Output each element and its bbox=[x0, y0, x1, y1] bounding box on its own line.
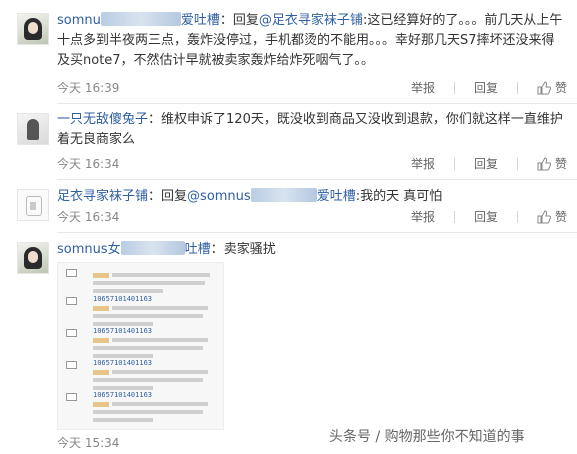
commenter-name[interactable]: somnus女 吐槽 bbox=[57, 241, 211, 257]
comment-text: 足衣寻家袜子铺：回复@somnus 爱吐槽:我的天 真可怕 bbox=[57, 188, 443, 204]
user-avatar[interactable] bbox=[17, 113, 49, 145]
like-button[interactable]: 赞 bbox=[537, 155, 567, 172]
like-button[interactable]: 赞 bbox=[537, 79, 567, 96]
comment-time: 今天 16:34 bbox=[57, 210, 120, 224]
sms-message: 10657101401163 bbox=[66, 295, 216, 327]
reply-target-link[interactable]: @somnus 爱吐槽 bbox=[187, 188, 356, 204]
like-label: 赞 bbox=[554, 210, 567, 224]
reply-target-link[interactable]: @足衣寻家袜子铺 bbox=[259, 13, 363, 28]
envelope-icon bbox=[66, 361, 77, 369]
envelope-icon bbox=[66, 269, 77, 277]
comment-text: 一只无敌傻兔子：维权申诉了120天，既没收到商品又没收到退款，你们就这样一直维护… bbox=[57, 112, 563, 147]
comment-divider bbox=[57, 232, 577, 233]
sms-sender-number: 10657101401163 bbox=[93, 327, 153, 335]
report-button[interactable]: 举报 bbox=[411, 79, 435, 96]
user-avatar[interactable] bbox=[17, 13, 49, 45]
envelope-icon bbox=[66, 329, 77, 337]
comment-time: 今天 16:34 bbox=[57, 157, 120, 171]
action-divider bbox=[453, 81, 455, 94]
commenter-name[interactable]: 一只无敌傻兔子 bbox=[57, 112, 148, 127]
commenter-name[interactable]: somnu 爱吐槽 bbox=[57, 12, 220, 28]
comment-meta: 今天 16:39 举报 回复 赞 bbox=[57, 79, 577, 97]
action-divider bbox=[516, 81, 518, 94]
report-button[interactable]: 举报 bbox=[411, 155, 435, 172]
sms-sender-number: 10657101401163 bbox=[93, 391, 153, 399]
comment-time: 今天 16:39 bbox=[57, 81, 120, 95]
thumbs-up-icon bbox=[537, 80, 551, 94]
redacted-block bbox=[250, 188, 317, 202]
sms-sender-number: 10657101401163 bbox=[93, 295, 153, 303]
user-avatar[interactable] bbox=[17, 242, 49, 274]
comment-text: somnus女 吐槽：卖家骚扰 bbox=[57, 241, 276, 257]
sms-sender-number: 10657101401163 bbox=[93, 359, 153, 367]
thumbs-up-icon bbox=[537, 209, 551, 223]
reply-button[interactable]: 回复 bbox=[474, 79, 498, 96]
attached-screenshot[interactable]: 10657101401163 10657101401163 1065710140… bbox=[57, 262, 224, 430]
like-button[interactable]: 赞 bbox=[537, 208, 567, 225]
comment-meta: 今天 16:34 举报 回复 赞 bbox=[57, 208, 577, 226]
comment-meta: 今天 16:34 举报 回复 赞 bbox=[57, 155, 577, 173]
action-divider bbox=[453, 210, 455, 223]
comment-time: 今天 15:34 bbox=[57, 436, 120, 450]
envelope-icon bbox=[66, 393, 77, 401]
comment-text: somnu 爱吐槽：回复@足衣寻家袜子铺:这已经算好的了。。。前几天从上午十点多到… bbox=[57, 12, 563, 68]
like-label: 赞 bbox=[554, 81, 567, 95]
like-label: 赞 bbox=[554, 157, 567, 171]
sms-message: 10657101401163 bbox=[66, 391, 216, 423]
commenter-name[interactable]: 足衣寻家袜子铺 bbox=[57, 189, 148, 204]
reply-button[interactable]: 回复 bbox=[474, 208, 498, 225]
action-divider bbox=[516, 157, 518, 170]
envelope-icon bbox=[66, 297, 77, 305]
redacted-block bbox=[120, 241, 185, 255]
comment-actions: 举报 回复 赞 bbox=[392, 155, 567, 172]
sms-message: 10657101401163 bbox=[66, 327, 216, 359]
watermark: 头条号 / 购物那些你不知道的事 bbox=[329, 429, 525, 445]
comment-actions: 举报 回复 赞 bbox=[392, 79, 567, 96]
action-divider bbox=[453, 157, 455, 170]
comment-divider bbox=[57, 179, 577, 180]
action-divider bbox=[516, 210, 518, 223]
comment-actions: 举报 回复 赞 bbox=[392, 208, 567, 225]
redacted-block bbox=[100, 12, 181, 26]
report-button[interactable]: 举报 bbox=[411, 208, 435, 225]
comment-divider bbox=[57, 103, 577, 104]
reply-button[interactable]: 回复 bbox=[474, 155, 498, 172]
user-avatar[interactable] bbox=[17, 189, 49, 221]
thumbs-up-icon bbox=[537, 156, 551, 170]
sms-message bbox=[66, 267, 216, 295]
sms-message: 10657101401163 bbox=[66, 359, 216, 391]
